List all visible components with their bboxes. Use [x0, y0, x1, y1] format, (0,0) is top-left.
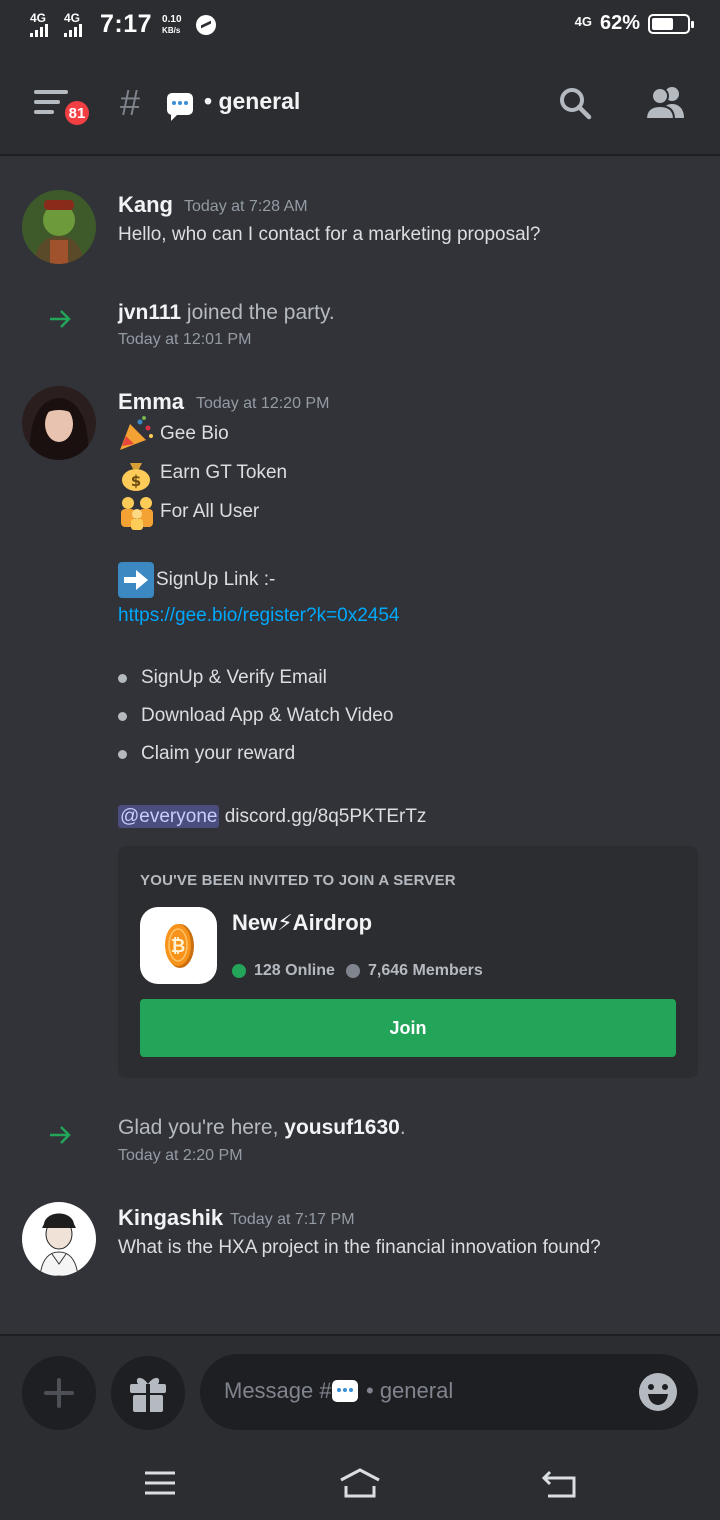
message-timestamp: Today at 7:28 AM [184, 198, 308, 215]
members-icon[interactable] [644, 84, 686, 120]
list-item-text: Claim your reward [141, 743, 296, 764]
mention-everyone[interactable]: @everyone [118, 805, 220, 828]
speech-bubble-icon [332, 1380, 358, 1402]
message-feed[interactable]: Kang Today at 7:28 AM Hello, who can I c… [0, 156, 720, 1334]
signal-icon: 4G [30, 11, 58, 39]
bitcoin-coin-icon: ₿ [165, 924, 194, 968]
attach-button[interactable] [22, 1356, 96, 1430]
message-author[interactable]: Kingashik [118, 1205, 223, 1231]
arrow-right-icon [50, 1126, 71, 1144]
family-icon [118, 494, 154, 530]
message-line-text: Earn GT Token [160, 462, 288, 483]
list-item-text: SignUp & Verify Email [141, 667, 327, 688]
svg-text:$: $ [131, 472, 141, 490]
arrow-right-icon [50, 310, 71, 328]
battery-icon [648, 13, 694, 34]
message-timestamp: Today at 2:20 PM [118, 1147, 243, 1164]
nav-back-icon[interactable] [540, 1466, 580, 1500]
join-button[interactable]: Join [140, 999, 676, 1057]
signup-label: SignUp Link :- [156, 569, 276, 590]
message-line: SignUp Link :- [118, 562, 275, 598]
members-text: 7,646 Members [368, 962, 483, 979]
channel-header [0, 52, 720, 156]
speech-bubble-icon [167, 93, 193, 121]
system-message: jvn111 joined the party. [118, 301, 335, 325]
avatar[interactable] [22, 1202, 96, 1276]
message-timestamp: Today at 12:01 PM [118, 331, 252, 348]
online-count: 128 Online [232, 962, 335, 980]
message-line: For All User [118, 494, 259, 530]
message-input[interactable]: Message # • general [200, 1354, 698, 1430]
member-count: 7,646 Members [346, 962, 483, 980]
message-line: Gee Bio [118, 416, 229, 452]
money-bag-icon: $ [118, 455, 154, 491]
message-author[interactable]: Emma [118, 389, 184, 415]
message-timestamp: Today at 12:20 PM [196, 395, 330, 412]
party-popper-icon [118, 416, 154, 452]
message-composer: Message # • general [0, 1334, 720, 1446]
speed-unit: KB/s [162, 25, 181, 35]
avatar[interactable] [22, 386, 96, 460]
gift-icon [130, 1377, 166, 1412]
list-item: SignUp & Verify Email [118, 667, 327, 689]
system-text: Glad you're here, [118, 1116, 285, 1139]
nav-menu-icon[interactable] [140, 1466, 180, 1500]
svg-text:₿: ₿ [171, 936, 186, 957]
invite-code-text: discord.gg/8q5PKTErTz [219, 806, 427, 827]
battery-percent: 62% [599, 12, 640, 34]
invite-header: YOU'VE BEEN INVITED TO JOIN A SERVER [140, 872, 456, 889]
mention-line: @everyone discord.gg/8q5PKTErTz [118, 805, 427, 828]
avatar[interactable] [22, 190, 96, 264]
message-line: $ Earn GT Token [118, 455, 287, 491]
hash-icon: # [120, 82, 141, 123]
battery-fill [652, 17, 674, 30]
nav-home-icon[interactable] [338, 1466, 382, 1500]
message-text: What is the HXA project in the financial… [118, 1237, 601, 1258]
message-author[interactable]: Kang [118, 192, 173, 218]
network-label: 4G [64, 10, 81, 25]
list-item-text: Download App & Watch Video [141, 705, 394, 726]
server-icon[interactable]: ₿ [140, 907, 217, 984]
speed-value: 0.10 [162, 13, 182, 25]
channel-title[interactable]: • general [204, 88, 300, 115]
smile-icon[interactable] [638, 1372, 678, 1412]
system-username[interactable]: jvn111 [118, 301, 181, 324]
signal-icon: 4G [64, 11, 92, 39]
system-text: joined the party. [181, 301, 335, 324]
message-line-text: For All User [160, 501, 260, 522]
network-label: 4G [30, 10, 47, 25]
list-item: Download App & Watch Video [118, 705, 393, 727]
network-speed: 0.10 KB/s [162, 14, 181, 36]
system-nav-bar [0, 1446, 720, 1520]
system-message: Glad you're here, yousuf1630. [118, 1116, 406, 1140]
message-text: Hello, who can I contact for a marketing… [118, 224, 541, 245]
message-timestamp: Today at 7:17 PM [230, 1211, 355, 1228]
server-name[interactable]: New⚡Airdrop [232, 910, 372, 936]
network-label: 4G [574, 14, 592, 29]
plus-icon [44, 1378, 74, 1408]
gift-button[interactable] [111, 1356, 185, 1430]
online-text: 128 Online [254, 962, 335, 979]
system-username[interactable]: yousuf1630 [284, 1116, 400, 1139]
right-arrow-button-icon [118, 562, 154, 598]
notification-badge: 81 [62, 98, 92, 128]
system-text: . [399, 1116, 406, 1139]
input-placeholder: • general [366, 1378, 454, 1403]
message-line-text: Gee Bio [160, 423, 229, 444]
input-placeholder: Message # [224, 1378, 332, 1403]
search-icon[interactable] [558, 86, 592, 120]
server-invite-card: YOU'VE BEEN INVITED TO JOIN A SERVER ₿ N… [118, 846, 698, 1078]
signup-link[interactable]: https://gee.bio/register?k=0x2454 [118, 605, 400, 627]
list-item: Claim your reward [118, 743, 295, 765]
messenger-icon [195, 14, 216, 35]
clock: 7:17 [100, 10, 153, 38]
status-bar: 4G 4G 7:17 0.10 KB/s 4G 62% [0, 0, 720, 52]
